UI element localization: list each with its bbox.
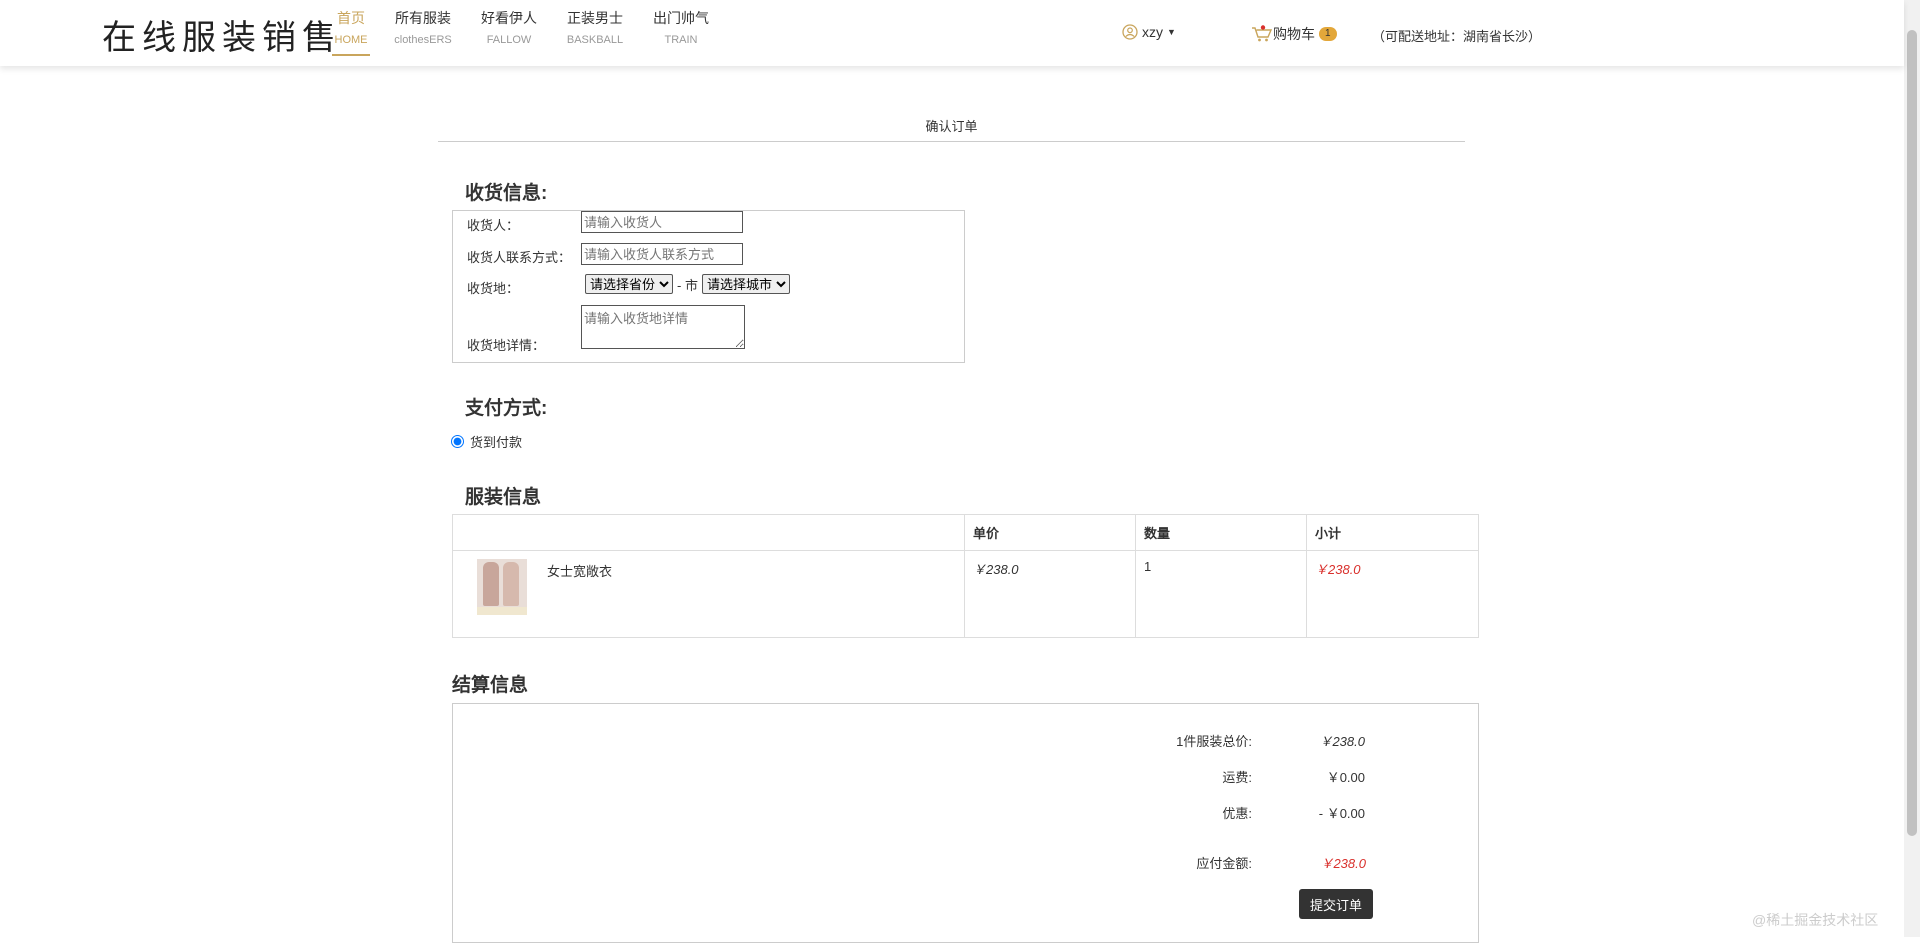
cart-icon <box>1252 25 1273 42</box>
address-detail-textarea[interactable] <box>581 305 745 349</box>
cod-label: 货到付款 <box>470 435 523 450</box>
col-subtotal: 小计 <box>1306 514 1479 551</box>
cart-label: 购物车 <box>1273 26 1315 42</box>
main-nav: 首页 HOME 所有服装 clothesERS 好看伊人 FALLOW 正装男士… <box>332 8 724 56</box>
quantity: 1 <box>1135 550 1307 638</box>
nav-home[interactable]: 首页 HOME <box>332 8 370 56</box>
col-product <box>452 514 965 551</box>
receiver-name-label: 收货人： <box>467 218 520 233</box>
page-scrollbar[interactable] <box>1904 0 1920 937</box>
chevron-down-icon: ▼ <box>1167 27 1176 37</box>
delivery-region: （可配送地址：湖南省长沙） <box>1372 29 1542 44</box>
col-qty: 数量 <box>1135 514 1307 551</box>
receiver-place-label: 收货地： <box>467 281 520 296</box>
user-menu[interactable]: xzy ▼ <box>1122 24 1176 40</box>
payable-value: ￥238.0 <box>1320 856 1366 871</box>
payment-option-cod[interactable]: 货到付款 <box>451 432 522 451</box>
table-header-row: 单价 数量 小计 <box>452 514 1479 551</box>
col-price: 单价 <box>964 514 1136 551</box>
settlement-heading: 结算信息 <box>452 675 529 696</box>
page-title: 确认订单 <box>438 116 1465 142</box>
receiver-phone-label: 收货人联系方式： <box>467 250 572 265</box>
scrollbar-thumb[interactable] <box>1907 30 1917 836</box>
cart-count-badge: 1 <box>1319 27 1337 41</box>
nav-women[interactable]: 好看伊人 FALLOW <box>466 8 552 56</box>
cart-link[interactable]: 购物车 1 <box>1251 24 1337 44</box>
product-thumbnail[interactable] <box>477 559 527 615</box>
discount-label: 优惠: <box>1222 806 1252 821</box>
product-name[interactable]: 女士宽敞衣 <box>547 561 612 580</box>
watermark: @稀土掘金技术社区 <box>1752 912 1879 928</box>
region-selects: 请选择省份 - 市 请选择城市 <box>585 274 790 294</box>
province-select[interactable]: 请选择省份 <box>585 274 673 294</box>
city-select[interactable]: 请选择城市 <box>701 274 790 294</box>
total-label: 1件服装总价: <box>1176 734 1252 749</box>
nav-all-clothes[interactable]: 所有服装 clothesERS <box>380 8 466 56</box>
discount-value: - ￥0.00 <box>1318 806 1365 821</box>
shipping-value: ￥0.00 <box>1326 770 1365 785</box>
address-detail-label: 收货地详情： <box>467 338 546 353</box>
goods-table: 单价 数量 小计 女士宽敞衣 ￥238.0 1 ￥238.0 <box>452 514 1479 638</box>
payment-heading: 支付方式: <box>465 398 548 419</box>
total-value: ￥238.0 <box>1319 734 1365 749</box>
receiver-form: 收货人： 收货人联系方式： 收货地： 请选择省份 - 市 请选择城市 收货地详情… <box>452 210 965 363</box>
receiver-heading: 收货信息: <box>465 183 548 204</box>
city-separator: - 市 <box>677 277 698 293</box>
shipping-label: 运费: <box>1222 770 1252 785</box>
goods-heading: 服装信息 <box>465 487 542 508</box>
table-row: 女士宽敞衣 ￥238.0 1 ￥238.0 <box>452 550 1479 638</box>
subtotal: ￥238.0 <box>1306 550 1479 638</box>
nav-men-formal[interactable]: 正装男士 BASKBALL <box>552 8 638 56</box>
payable-label: 应付金额: <box>1196 856 1252 871</box>
top-header: 在线服装销售 首页 HOME 所有服装 clothesERS 好看伊人 FALL… <box>0 0 1904 66</box>
product-cell: 女士宽敞衣 <box>452 550 965 638</box>
user-icon <box>1122 24 1138 40</box>
receiver-name-input[interactable] <box>581 211 743 233</box>
unit-price: ￥238.0 <box>964 550 1136 638</box>
username: xzy <box>1142 24 1163 40</box>
site-logo[interactable]: 在线服装销售 <box>102 10 342 59</box>
receiver-phone-input[interactable] <box>581 243 743 265</box>
submit-order-button[interactable]: 提交订单 <box>1299 889 1373 919</box>
nav-outdoor[interactable]: 出门帅气 TRAIN <box>638 8 724 56</box>
cod-radio[interactable] <box>451 435 464 448</box>
